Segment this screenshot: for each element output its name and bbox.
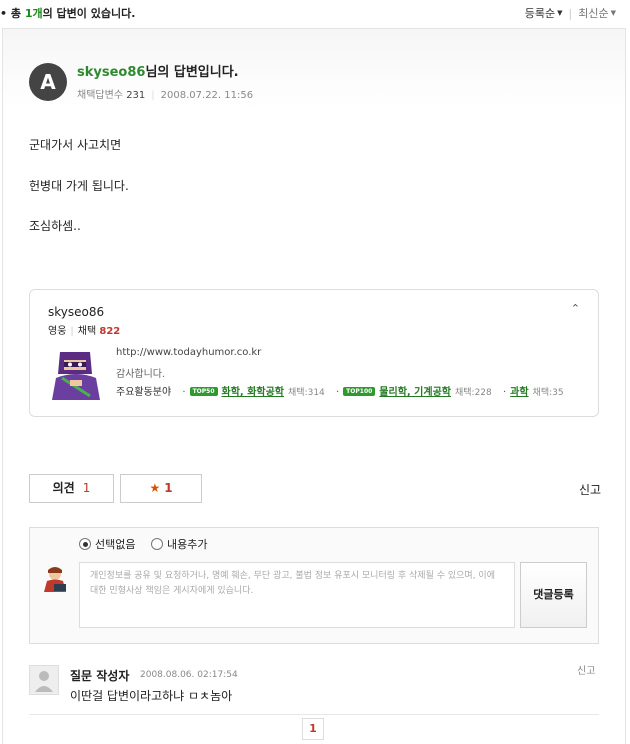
- divider: |: [568, 7, 573, 20]
- top100-badge: TOP100: [343, 387, 376, 396]
- answer-avatar: A: [29, 63, 67, 101]
- commenter-avatar: [40, 564, 70, 594]
- field-count: 채택:314: [288, 388, 325, 398]
- top50-badge: TOP50: [189, 387, 218, 396]
- profile-url[interactable]: http://www.todayhumor.co.kr: [116, 347, 261, 358]
- caret-down-icon: ▼: [557, 9, 563, 17]
- comment-author: 질문 작성자: [70, 669, 130, 683]
- comment-submit-button[interactable]: 댓글등록: [520, 562, 587, 628]
- adopted-count: 231: [126, 90, 146, 101]
- comment-form: 선택없음 내용추가 개인정보를 공유 및 요청하거나, 명예 훼손, 무단 광고…: [29, 527, 599, 644]
- like-count: 1: [164, 481, 173, 495]
- caret-down-icon: ▼: [610, 9, 616, 17]
- profile-rank: 영웅 | 채택 822: [48, 326, 121, 337]
- author-id-link[interactable]: skyseo86: [77, 65, 145, 80]
- answer-body-line: 조심하셈..: [29, 219, 81, 233]
- like-button[interactable]: ★ 1: [120, 474, 202, 503]
- profile-character-image: [46, 348, 106, 400]
- field-link[interactable]: 화학, 화학공학: [222, 387, 284, 398]
- sort-options: 등록순 ▼ | 최신순 ▼: [525, 5, 616, 21]
- answer-meta: 채택답변수 231 | 2008.07.22. 11:56: [77, 90, 254, 101]
- option-none-radio[interactable]: 선택없음: [79, 538, 135, 551]
- radio-unchecked-icon: [150, 538, 163, 550]
- option-add-radio[interactable]: 내용추가: [150, 538, 207, 551]
- profile-greeting: 감사합니다.: [116, 369, 166, 380]
- profile-adopt-count: 822: [99, 326, 121, 337]
- sort-latest-button[interactable]: 최신순 ▼: [578, 7, 616, 20]
- comment-type-options: 선택없음 내용추가: [79, 536, 219, 552]
- profile-fields: 주요활동분야 · TOP50 화학, 화학공학 채택:314 · TOP100 물리학, …: [116, 387, 564, 398]
- opinion-count: 1: [82, 481, 91, 495]
- comment-avatar: [29, 665, 59, 695]
- author-profile-box: skyseo86 영웅 | 채택 822 ⌃ http://www.todayhum…: [29, 289, 599, 417]
- report-button[interactable]: 신고: [579, 481, 601, 498]
- field-count: 채택:35: [532, 388, 564, 398]
- comment-textarea[interactable]: 개인정보를 공유 및 요청하거나, 명예 훼손, 무단 광고, 불법 정보 유포…: [79, 562, 515, 628]
- comment-report-button[interactable]: 신고: [577, 662, 595, 677]
- comment-text: 이딴걸 답변이라고하냐 ㅁㅊ놈아: [70, 689, 233, 703]
- radio-checked-icon: [79, 538, 91, 550]
- answer-body-line: 헌병대 가게 됩니다.: [29, 179, 129, 193]
- chevron-up-icon[interactable]: ⌃: [571, 302, 580, 315]
- opinion-button[interactable]: 의견 1: [29, 474, 114, 503]
- page-number-current[interactable]: 1: [302, 718, 324, 740]
- thumbs-up-icon: ★: [149, 481, 161, 495]
- answer-datetime: 2008.07.22. 11:56: [160, 90, 254, 101]
- answer-title: skyseo86님의 답변입니다.: [77, 65, 239, 80]
- sort-registered-button[interactable]: 등록순 ▼: [525, 7, 563, 20]
- profile-name[interactable]: skyseo86: [48, 305, 104, 319]
- answer-count: 1개: [24, 7, 43, 20]
- answer-count-text: • 총 1개의 답변이 있습니다.: [0, 7, 136, 20]
- answer-card: A skyseo86님의 답변입니다. 채택답변수 231 | 2008.07.22…: [2, 28, 626, 744]
- field-link[interactable]: 과학: [510, 387, 528, 398]
- user-silhouette-icon: [35, 671, 53, 692]
- answer-body-line: 군대가서 사고치면: [29, 138, 122, 152]
- field-count: 채택:228: [454, 388, 492, 398]
- field-link[interactable]: 물리학, 기계공학: [379, 387, 451, 398]
- comment-date: 2008.08.06. 02:17:54: [140, 670, 238, 680]
- divider: [29, 714, 599, 715]
- answer-list-header: • 총 1개의 답변이 있습니다. 등록순 ▼ | 최신순 ▼: [0, 0, 630, 24]
